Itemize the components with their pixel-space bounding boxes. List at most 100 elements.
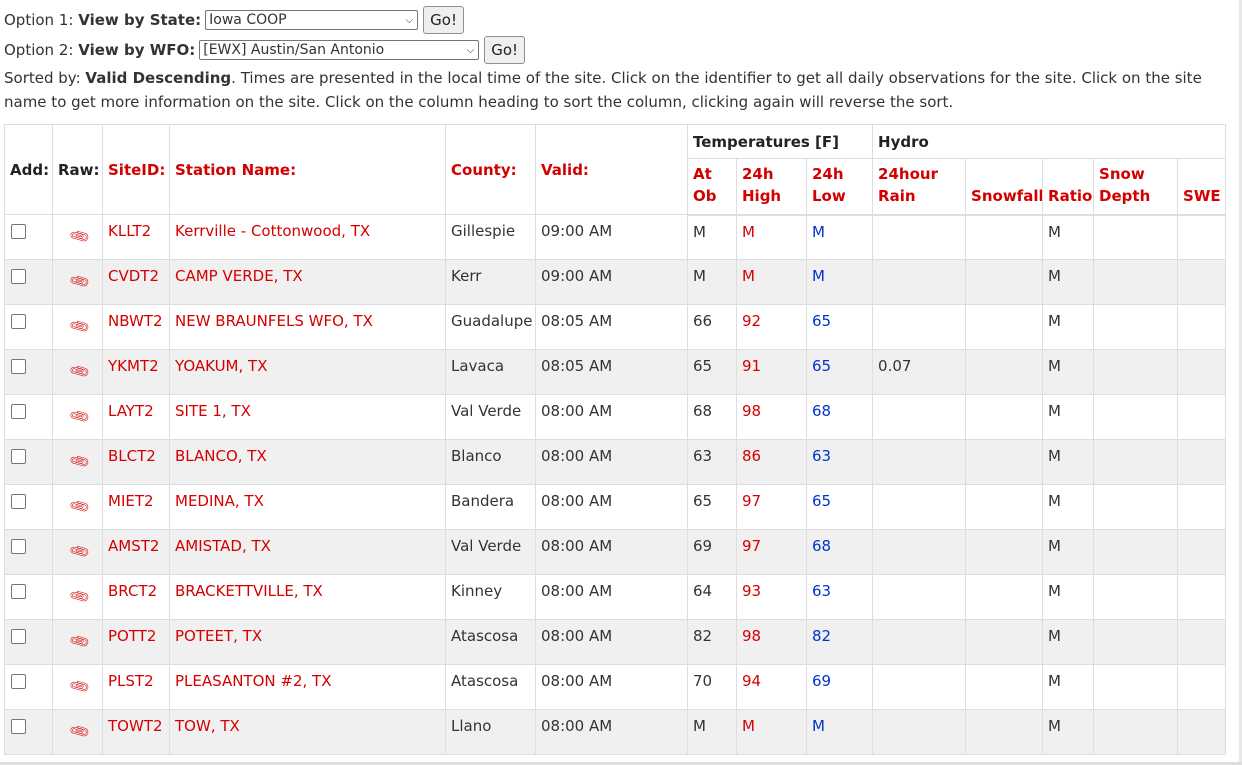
siteid-link[interactable]: PLST2	[108, 672, 154, 690]
col-header-siteid[interactable]: SiteID:	[102, 124, 170, 215]
col-header-valid[interactable]: Valid:	[535, 124, 688, 215]
col-header-24h-high[interactable]: 24h High	[736, 158, 807, 216]
paperclip-icon[interactable]: 📎︎	[68, 360, 92, 384]
high-cell: 97	[736, 529, 807, 575]
station-name-link[interactable]: SITE 1, TX	[175, 402, 251, 420]
siteid-link[interactable]: YKMT2	[108, 357, 159, 375]
snow-depth-cell	[1093, 484, 1179, 530]
wfo-select[interactable]: [EWX] Austin/San Antonio ⌵	[199, 40, 480, 60]
siteid-cell: AMST2	[102, 529, 170, 575]
swe-cell	[1177, 664, 1227, 710]
paperclip-icon[interactable]: 📎︎	[68, 315, 92, 339]
low-cell: M	[805, 709, 874, 755]
station-name-link[interactable]: NEW BRAUNFELS WFO, TX	[175, 312, 373, 330]
observations-table: Add: Raw: SiteID: Station Name: County: …	[4, 124, 1227, 755]
station-name-cell: PLEASANTON #2, TX	[169, 664, 446, 710]
wfo-go-button[interactable]: Go!	[484, 36, 526, 64]
paperclip-icon[interactable]: 📎︎	[68, 540, 92, 564]
add-checkbox[interactable]	[11, 359, 26, 374]
add-checkbox[interactable]	[11, 494, 26, 509]
state-go-button[interactable]: Go!	[423, 6, 464, 34]
add-checkbox[interactable]	[11, 449, 26, 464]
col-header-station-name[interactable]: Station Name:	[169, 124, 446, 215]
add-checkbox[interactable]	[11, 224, 26, 239]
paperclip-icon[interactable]: 📎︎	[68, 225, 92, 249]
station-name-link[interactable]: YOAKUM, TX	[175, 357, 267, 375]
col-header-snowfall[interactable]: Snowfall	[965, 158, 1044, 216]
siteid-link[interactable]: NBWT2	[108, 312, 163, 330]
siteid-link[interactable]: KLLT2	[108, 222, 151, 240]
paperclip-icon[interactable]: 📎︎	[68, 405, 92, 429]
add-checkbox[interactable]	[11, 584, 26, 599]
siteid-link[interactable]: CVDT2	[108, 267, 159, 285]
snowfall-cell	[965, 574, 1044, 620]
col-header-at-ob[interactable]: At Ob	[687, 158, 737, 216]
col-header-24h-low[interactable]: 24h Low	[805, 158, 874, 216]
paperclip-icon[interactable]: 📎︎	[68, 630, 92, 654]
add-checkbox[interactable]	[11, 314, 26, 329]
siteid-cell: NBWT2	[102, 304, 170, 350]
add-cell	[4, 529, 53, 575]
county-cell: Val Verde	[445, 394, 536, 440]
station-name-link[interactable]: POTEET, TX	[175, 627, 262, 645]
col-header-snow-depth[interactable]: Snow Depth	[1093, 158, 1179, 216]
ratio-cell: M	[1042, 304, 1095, 350]
col-header-swe[interactable]: SWE	[1177, 158, 1227, 216]
add-checkbox[interactable]	[11, 629, 26, 644]
siteid-link[interactable]: MIET2	[108, 492, 154, 510]
at-ob-cell: 82	[687, 619, 737, 665]
station-name-link[interactable]: PLEASANTON #2, TX	[175, 672, 331, 690]
table-row: 📎︎ TOWT2 TOW, TX Llano 08:00 AM M M M M	[4, 709, 1227, 755]
station-name-link[interactable]: BRACKETTVILLE, TX	[175, 582, 323, 600]
col-header-county[interactable]: County:	[445, 124, 536, 215]
station-name-link[interactable]: CAMP VERDE, TX	[175, 267, 303, 285]
station-name-link[interactable]: TOW, TX	[175, 717, 240, 735]
col-header-24hour-rain[interactable]: 24hour Rain	[872, 158, 967, 216]
add-checkbox[interactable]	[11, 719, 26, 734]
snow-depth-cell	[1093, 709, 1179, 755]
valid-cell: 08:00 AM	[535, 619, 688, 665]
siteid-link[interactable]: BLCT2	[108, 447, 156, 465]
station-name-cell: Kerrville - Cottonwood, TX	[169, 214, 446, 260]
rain-cell	[872, 664, 967, 710]
station-name-cell: TOW, TX	[169, 709, 446, 755]
state-select[interactable]: Iowa COOP ⌵	[205, 10, 419, 30]
add-checkbox[interactable]	[11, 269, 26, 284]
siteid-link[interactable]: TOWT2	[108, 717, 163, 735]
raw-cell: 📎︎	[52, 619, 103, 665]
ratio-cell: M	[1042, 619, 1095, 665]
add-checkbox[interactable]	[11, 404, 26, 419]
station-name-link[interactable]: MEDINA, TX	[175, 492, 264, 510]
snow-depth-cell	[1093, 394, 1179, 440]
paperclip-icon[interactable]: 📎︎	[68, 675, 92, 699]
siteid-link[interactable]: LAYT2	[108, 402, 154, 420]
at-ob-cell: 64	[687, 574, 737, 620]
low-cell: 82	[805, 619, 874, 665]
station-name-cell: SITE 1, TX	[169, 394, 446, 440]
siteid-link[interactable]: AMST2	[108, 537, 159, 555]
station-name-link[interactable]: Kerrville - Cottonwood, TX	[175, 222, 370, 240]
paperclip-icon[interactable]: 📎︎	[68, 270, 92, 294]
station-name-cell: POTEET, TX	[169, 619, 446, 665]
add-checkbox[interactable]	[11, 539, 26, 554]
paperclip-icon[interactable]: 📎︎	[68, 585, 92, 609]
rain-cell	[872, 304, 967, 350]
swe-cell	[1177, 529, 1227, 575]
siteid-link[interactable]: POTT2	[108, 627, 156, 645]
siteid-link[interactable]: BRCT2	[108, 582, 157, 600]
station-name-cell: BLANCO, TX	[169, 439, 446, 485]
paperclip-icon[interactable]: 📎︎	[68, 450, 92, 474]
paperclip-icon[interactable]: 📎︎	[68, 495, 92, 519]
table-row: 📎︎ CVDT2 CAMP VERDE, TX Kerr 09:00 AM M M M M	[4, 259, 1227, 305]
station-name-link[interactable]: BLANCO, TX	[175, 447, 267, 465]
snowfall-cell	[965, 259, 1044, 305]
add-checkbox[interactable]	[11, 674, 26, 689]
table-row: 📎︎ PLST2 PLEASANTON #2, TX Atascosa 08:00 AM…	[4, 664, 1227, 710]
at-ob-cell: 63	[687, 439, 737, 485]
low-cell: M	[805, 259, 874, 305]
snow-depth-cell	[1093, 214, 1179, 260]
paperclip-icon[interactable]: 📎︎	[68, 720, 92, 744]
station-name-link[interactable]: AMISTAD, TX	[175, 537, 271, 555]
siteid-cell: KLLT2	[102, 214, 170, 260]
col-header-ratio[interactable]: Ratio	[1042, 158, 1095, 216]
